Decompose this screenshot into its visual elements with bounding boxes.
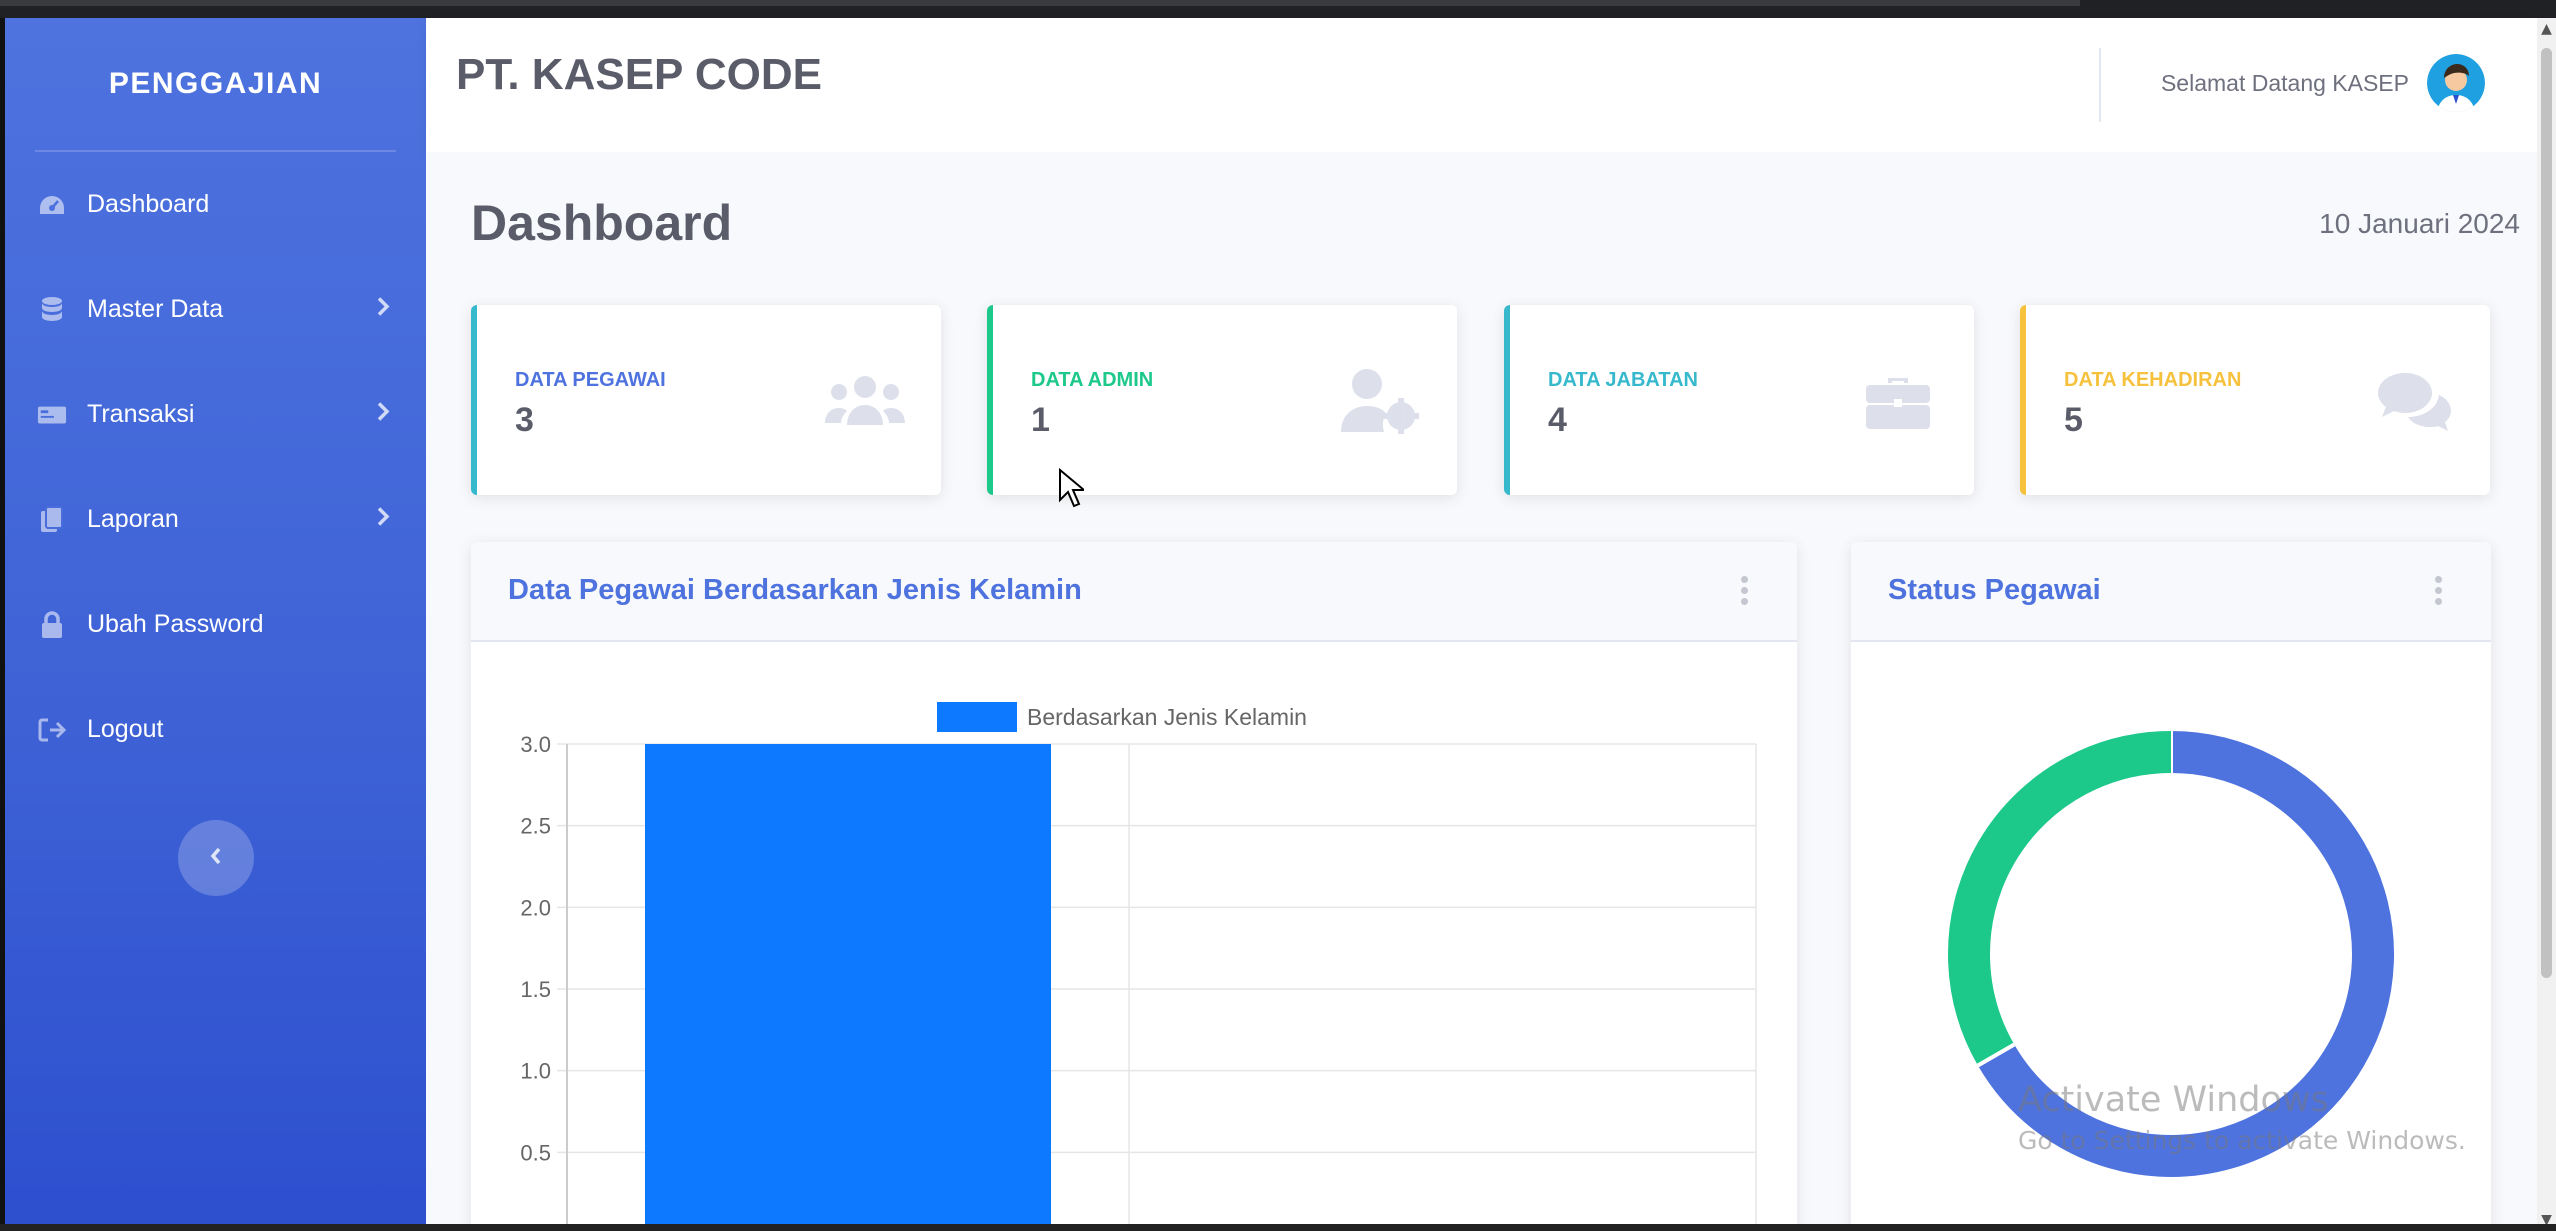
panel-header: Data Pegawai Berdasarkan Jenis Kelamin [471,542,1797,642]
sign-out-icon [37,715,67,745]
card-label: DATA KEHADIRAN [2064,369,2242,391]
y-tick-label: 1.5 [520,977,551,1002]
sidebar-item-laporan[interactable]: Laporan [5,467,426,572]
more-vertical-icon[interactable] [1741,576,1749,606]
sidebar-item-dashboard[interactable]: Dashboard [5,152,426,257]
panel-title: Data Pegawai Berdasarkan Jenis Kelamin [508,574,1082,606]
panel-title: Status Pegawai [1888,574,2101,606]
chevron-left-icon [209,846,223,870]
sidebar-item-transaksi[interactable]: Transaksi [5,362,426,467]
sidebar-item-label: Ubah Password [87,610,264,638]
watermark-subtitle: Go to Settings to activate Windows. [2018,1126,2466,1155]
database-icon [37,295,67,325]
panel-gender-chart: Data Pegawai Berdasarkan Jenis Kelamin B… [471,542,1797,1231]
lock-icon [37,610,67,640]
chevron-right-icon [376,505,390,534]
topbar-divider [2099,48,2101,122]
sidebar-brand[interactable]: PENGGAJIAN [5,18,426,150]
card-label: DATA PEGAWAI [515,369,666,391]
card-value: 3 [515,401,534,439]
y-tick-label: 2.0 [520,895,551,920]
chevron-right-icon [376,400,390,429]
sidebar-item-label: Master Data [87,295,224,323]
page-date: 10 Januari 2024 [2319,208,2520,239]
topbar: PT. KASEP CODE Selamat Datang KASEP [426,18,2537,152]
card-label: DATA ADMIN [1031,369,1154,391]
card-data-jabatan[interactable]: DATA JABATAN 4 [1504,305,1974,495]
sidebar-toggle-button[interactable] [178,820,254,896]
card-data-admin[interactable]: DATA ADMIN 1 [987,305,1457,495]
y-tick-label: 1.0 [520,1059,551,1084]
sidebar-item-logout[interactable]: Logout [5,677,426,782]
more-vertical-icon[interactable] [2435,576,2443,606]
card-label: DATA JABATAN [1548,369,1698,391]
user-avatar-icon[interactable] [2427,54,2485,112]
sidebar-item-ubah-password[interactable]: Ubah Password [5,572,426,677]
y-tick-label: 2.5 [520,814,551,839]
briefcase-icon [1856,367,1940,435]
card-value: 1 [1031,401,1050,439]
donut-slice [1948,731,2172,1066]
scroll-up-arrow-icon[interactable]: ▲ [2540,22,2553,36]
welcome-text[interactable]: Selamat Datang KASEP [2161,70,2409,97]
gender-bar-chart: Berdasarkan Jenis Kelamin 3.0 2.5 2.0 1.5 1.0… [520,702,1757,1231]
browser-top-strip [0,0,2556,18]
y-tick-label: 0.5 [520,1140,551,1165]
card-value: 4 [1548,401,1567,439]
copy-icon [37,505,67,535]
main-content: Dashboard 10 Januari 2024 DATA PEGAWAI 3… [426,152,2537,1231]
sidebar-item-label: Laporan [87,505,179,533]
sidebar-item-label: Logout [87,715,164,743]
money-icon [37,400,67,430]
page-scrollbar[interactable]: ▲ ▼ [2537,18,2556,1231]
users-icon [823,367,907,435]
page-title: Dashboard [471,195,733,251]
card-data-kehadiran[interactable]: DATA KEHADIRAN 5 [2020,305,2490,495]
comments-icon [2372,367,2456,435]
company-name: PT. KASEP CODE [456,50,822,99]
legend-label: Berdasarkan Jenis Kelamin [1027,704,1307,730]
scroll-thumb[interactable] [2541,48,2552,978]
card-value: 5 [2064,401,2083,439]
user-cog-icon [1339,367,1423,435]
sidebar-item-master-data[interactable]: Master Data [5,257,426,362]
mouse-cursor-icon [1058,467,1087,512]
sidebar-item-label: Dashboard [87,190,210,218]
sidebar: PENGGAJIAN Dashboard Master Data Transak… [5,18,426,1231]
tachometer-icon [37,190,67,220]
bar [645,744,1051,1231]
watermark-title: Activate Windows [2018,1080,2329,1120]
legend-swatch [937,702,1017,732]
chevron-right-icon [376,295,390,324]
bottom-strip [0,1224,2556,1231]
windows-activation-watermark: Activate Windows Go to Settings to activ… [2018,1080,2466,1155]
sidebar-item-label: Transaksi [87,400,195,428]
card-data-pegawai[interactable]: DATA PEGAWAI 3 [471,305,941,495]
y-tick-label: 3.0 [520,732,551,757]
panel-header: Status Pegawai [1851,542,2491,642]
